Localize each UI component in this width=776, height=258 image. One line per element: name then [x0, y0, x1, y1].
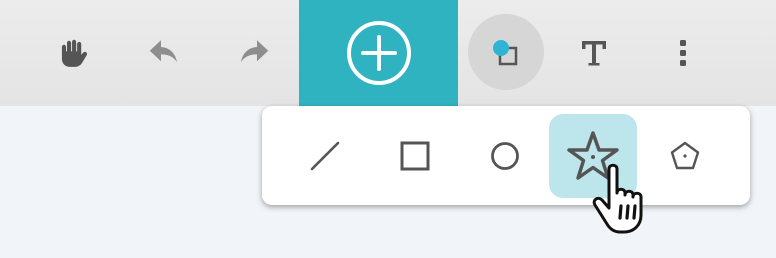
- toolbar: [0, 0, 776, 106]
- hand-icon: [61, 39, 88, 67]
- hand-pointer-cursor-icon: [592, 163, 643, 234]
- text-tool-button[interactable]: [564, 0, 624, 106]
- text-icon: [582, 41, 606, 66]
- square-icon: [400, 141, 430, 171]
- shape-square-option[interactable]: [371, 114, 459, 198]
- shapes-menu: [262, 106, 750, 205]
- more-vertical-icon: [680, 40, 686, 66]
- add-button[interactable]: [299, 0, 458, 106]
- shape-line-option[interactable]: [281, 114, 369, 198]
- undo-button[interactable]: [134, 0, 194, 106]
- shape-circle-option[interactable]: [461, 114, 549, 198]
- more-options-button[interactable]: [653, 0, 713, 106]
- circle-icon: [491, 142, 519, 170]
- add-circle-icon: [346, 21, 411, 85]
- shapes-icon: [493, 40, 518, 66]
- shapes-button[interactable]: [468, 14, 544, 90]
- undo-icon: [149, 40, 178, 62]
- redo-icon: [240, 40, 269, 62]
- hand-tool-button[interactable]: [43, 0, 103, 106]
- line-icon: [310, 141, 340, 171]
- hand-pointer-cursor: [588, 160, 658, 242]
- pentagon-icon: [670, 141, 700, 170]
- redo-button[interactable]: [224, 0, 284, 106]
